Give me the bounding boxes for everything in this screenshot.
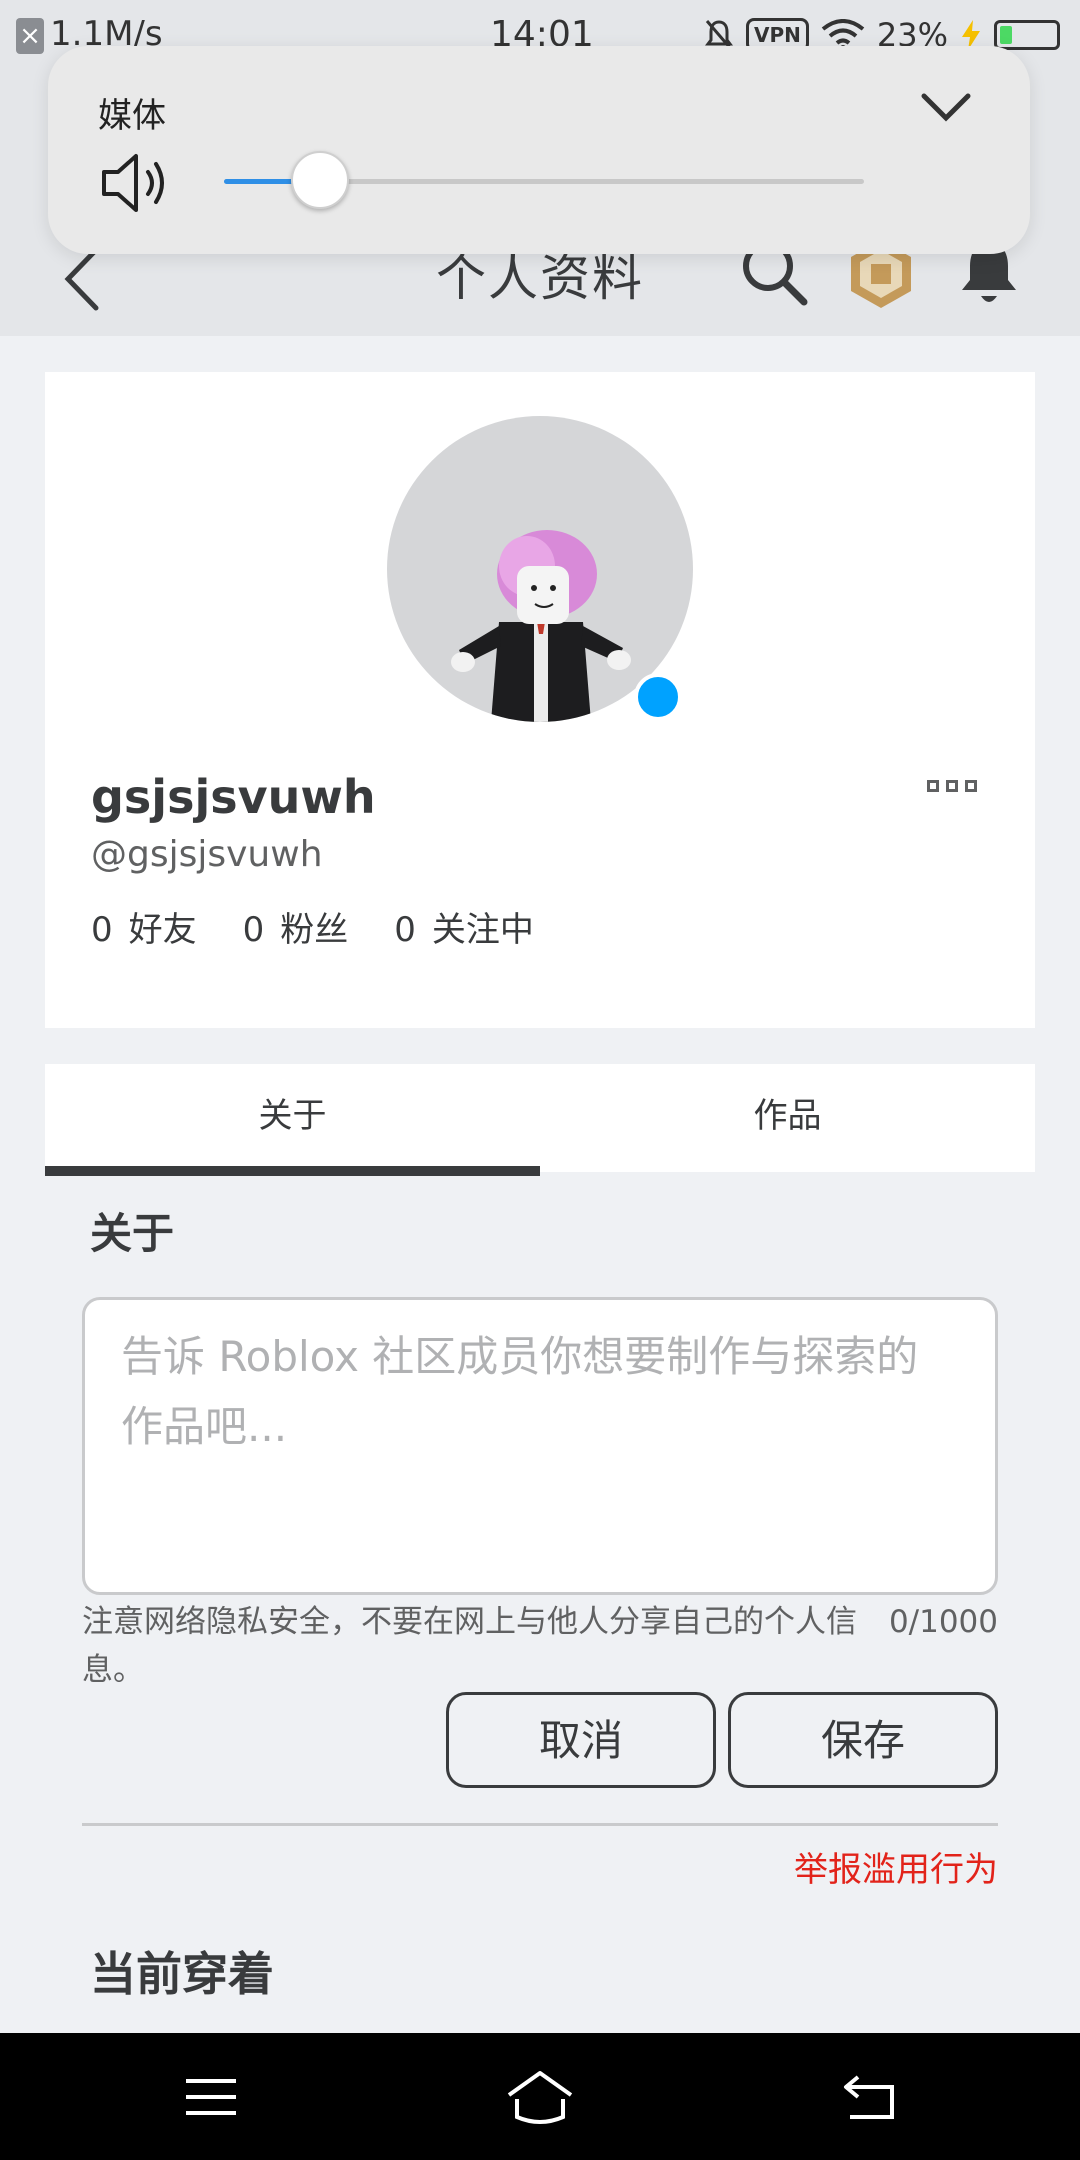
username: @gsjsjsvuwh	[91, 834, 323, 875]
stat-following[interactable]: 0 关注中	[394, 902, 534, 951]
divider	[82, 1823, 998, 1826]
about-textarea[interactable]	[82, 1297, 998, 1595]
chevron-down-icon[interactable]	[918, 88, 974, 128]
display-name: gsjsjsvuwh	[91, 770, 376, 824]
active-tab-indicator	[45, 1166, 540, 1176]
speaker-icon[interactable]	[100, 150, 170, 216]
more-options-icon[interactable]	[927, 780, 977, 800]
stat-label: 粉丝	[280, 910, 349, 950]
profile-tabs: 关于 作品	[45, 1064, 1035, 1176]
close-notification-icon[interactable]: ×	[16, 18, 44, 54]
stat-label: 好友	[128, 910, 197, 950]
tab-about[interactable]: 关于	[45, 1064, 540, 1172]
stat-count: 0	[394, 910, 416, 950]
media-label: 媒体	[98, 96, 166, 136]
profile-stats: 0 好友 0 粉丝 0 关注中	[91, 902, 534, 951]
battery-icon	[994, 20, 1060, 50]
privacy-note: 注意网络隐私安全，不要在网上与他人分享自己的个人信息。	[82, 1604, 857, 1688]
battery-level	[1000, 26, 1012, 44]
currently-wearing-heading: 当前穿着	[90, 1947, 274, 2001]
system-nav-bar	[0, 2033, 1080, 2160]
stat-friends[interactable]: 0 好友	[91, 902, 197, 951]
about-heading: 关于	[90, 1209, 175, 1258]
volume-slider[interactable]	[224, 151, 864, 209]
more-dot	[927, 780, 939, 792]
more-dot	[946, 780, 958, 792]
back-icon[interactable]	[842, 2069, 898, 2125]
more-dot	[965, 780, 977, 792]
stat-count: 0	[91, 910, 113, 950]
volume-slider-thumb[interactable]	[291, 151, 349, 209]
media-volume-panel: 媒体	[48, 46, 1030, 254]
online-status-dot	[634, 673, 682, 721]
profile-card: gsjsjsvuwh @gsjsjsvuwh 0 好友 0 粉丝 0 关注中	[45, 372, 1035, 1028]
stat-count: 0	[242, 910, 265, 950]
tab-creations[interactable]: 作品	[540, 1064, 1035, 1172]
menu-icon[interactable]	[184, 2069, 238, 2125]
cancel-button[interactable]: 取消	[446, 1692, 716, 1788]
char-count: 0/1000	[888, 1604, 998, 1640]
save-button[interactable]: 保存	[728, 1692, 998, 1788]
report-abuse-link[interactable]: 举报滥用行为	[794, 1842, 998, 1891]
stat-label: 关注中	[431, 910, 534, 950]
stat-followers[interactable]: 0 粉丝	[243, 902, 349, 951]
home-icon[interactable]	[505, 2069, 575, 2125]
